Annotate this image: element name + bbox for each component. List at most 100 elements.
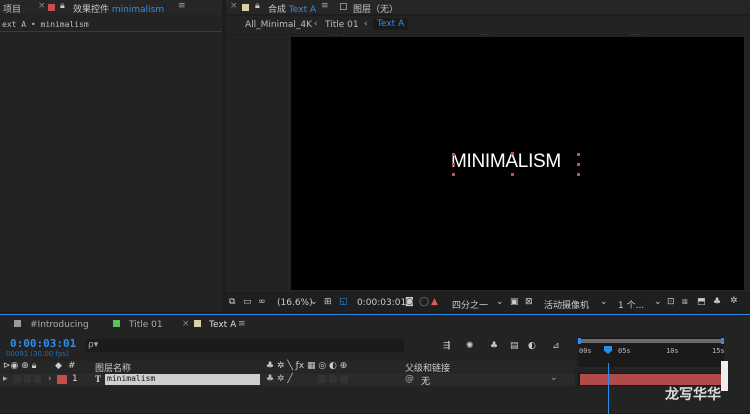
vr-icon[interactable]: ∞ [258, 297, 266, 307]
switch-box[interactable] [340, 375, 348, 383]
work-area-bar[interactable] [578, 339, 724, 343]
zoom-level[interactable]: (16.6%) [277, 298, 313, 308]
selection-handle[interactable] [511, 152, 514, 155]
selection-handle[interactable] [452, 153, 455, 156]
composition-name: Text A [288, 5, 317, 15]
selection-handle[interactable] [577, 173, 580, 176]
camera-icon[interactable]: ◙ [405, 297, 414, 307]
chevron-down-icon[interactable]: ⌄ [496, 297, 504, 307]
chevron-down-icon[interactable]: ⌄ [310, 297, 318, 307]
timeline-scrollbar[interactable] [721, 361, 728, 391]
expand-toggle-icon[interactable]: ▸ [3, 374, 8, 384]
layer-number: 1 [72, 374, 78, 384]
layer-switches[interactable]: ♣ ✲ ╱ [266, 374, 293, 384]
resolution-select[interactable]: 四分之一 [452, 298, 488, 311]
text-layer-type-icon: T [95, 374, 102, 384]
effects-tab[interactable]: 效果控件 minimalism [73, 2, 164, 15]
chevron-down-icon[interactable]: ⌄ [654, 297, 662, 307]
playhead-line[interactable] [608, 363, 609, 414]
chevron-down-icon[interactable]: ⌄ [550, 373, 558, 383]
layer-search-input[interactable]: ρ▾ [86, 339, 404, 352]
breadcrumb-item[interactable]: All_Minimal_4K [245, 20, 312, 30]
solo-switch[interactable] [34, 375, 41, 383]
timeline-ruler[interactable]: 00s 05s 10s 15s [578, 337, 725, 367]
playhead-handle[interactable] [604, 346, 612, 354]
layer-panel-icon [340, 3, 347, 10]
selection-handle[interactable] [452, 163, 455, 166]
tab-text-a[interactable]: Text A [209, 320, 236, 330]
timeline-fps: 00091 (30.00 fps) [6, 350, 69, 358]
layer-label-color[interactable] [57, 375, 67, 384]
tab-title-01[interactable]: Title 01 [129, 320, 163, 330]
selection-handle[interactable] [577, 153, 580, 156]
frame-blend-icon[interactable]: ▤ [510, 341, 519, 351]
panel-menu-icon[interactable]: ≡ [321, 1, 329, 11]
pickwhip-icon[interactable]: @ [405, 374, 414, 384]
export-frame-icon[interactable]: ⧈ [682, 297, 688, 307]
project-tab[interactable]: 项目 [3, 2, 21, 15]
panel-menu-icon[interactable]: ≡ [178, 1, 186, 11]
always-preview-icon[interactable]: ⧉ [229, 297, 235, 307]
composition-tab[interactable]: 合成 Text A [268, 2, 316, 15]
monitor-icon[interactable]: ▭ [243, 297, 252, 307]
shy-layers-icon[interactable]: ♣ [490, 341, 498, 351]
ruler-tick-label: 00s [579, 347, 592, 355]
fit-icon[interactable]: ⊞ [324, 297, 332, 307]
region-icon[interactable]: ◱ [339, 297, 348, 307]
chevron-right-icon[interactable]: › [48, 374, 52, 384]
parent-select[interactable]: 无 [421, 374, 430, 387]
label-header-icon: ◆ [55, 361, 62, 371]
view-layout-select[interactable]: 1 个... [618, 298, 644, 311]
av-features-header-icon: ⊳◉ ⊕ 🔒︎ [3, 361, 37, 371]
roi-icon[interactable]: ▣ [510, 297, 519, 307]
layer-tab[interactable]: 图层（无） [353, 2, 398, 15]
timeline-panel: #Introducing Title 01 × Text A ≡ 0:00:03… [0, 314, 750, 414]
layer-name-field[interactable]: minimalism [105, 374, 260, 385]
close-icon[interactable]: × [230, 1, 238, 11]
tab-introducing[interactable]: #Introducing [30, 320, 89, 330]
panel-menu-icon[interactable]: ≡ [238, 319, 246, 329]
close-icon[interactable]: × [182, 319, 190, 329]
chevron-down-icon[interactable]: ⌄ [600, 297, 608, 307]
switch-box[interactable] [329, 375, 337, 383]
graph-editor-icon[interactable]: ⊿ [552, 341, 560, 351]
color-icon[interactable]: ▲ [431, 297, 438, 307]
composition-viewer[interactable]: MINIMALISM [226, 35, 750, 292]
switches-header-icon: ♣ ✲ ╲ ƒx ▦ ◎ ◐ ⊕ [266, 361, 348, 371]
viewer-timecode[interactable]: 0:00:03:01 [357, 298, 406, 308]
ruler-tick-label: 10s [666, 347, 679, 355]
ruler-tick-label: 15s [712, 347, 725, 355]
selection-handle[interactable] [511, 173, 514, 176]
layer-row[interactable]: ▸ › 1 T minimalism ♣ ✲ ╱ @ 无 ⌄ [0, 373, 575, 387]
switch-box[interactable] [318, 375, 326, 383]
label-color-swatch [242, 4, 249, 11]
work-area-start-handle[interactable] [578, 338, 581, 344]
comp-flowchart-icon[interactable]: ⇶ [443, 341, 451, 351]
divider [0, 31, 222, 32]
settings-icon[interactable]: ✲ [730, 296, 738, 306]
snapshot-icon[interactable]: ⬒ [697, 297, 706, 307]
flowchart-icon[interactable]: ♣ [713, 297, 721, 307]
motion-blur-icon[interactable]: ◐ [528, 341, 536, 351]
camera-select[interactable]: 活动摄像机 [544, 298, 589, 311]
draft-3d-icon[interactable]: ✺ [466, 341, 474, 351]
timeline-tabs: #Introducing Title 01 × Text A ≡ [0, 315, 750, 331]
work-area-end-handle[interactable] [721, 338, 724, 344]
breadcrumb-item-active[interactable]: Text A [373, 18, 409, 30]
lock-icon[interactable]: 🔒︎ [255, 1, 260, 11]
close-icon[interactable]: × [38, 1, 46, 11]
lock-icon[interactable]: 🔒︎ [60, 1, 65, 11]
composition-canvas[interactable]: MINIMALISM [291, 37, 744, 290]
selection-handle[interactable] [577, 163, 580, 166]
viewer-text-layer[interactable]: MINIMALISM [451, 151, 561, 173]
tab-color-swatch [113, 320, 120, 327]
video-switch[interactable] [14, 375, 21, 383]
transparency-grid-icon[interactable]: ⊠ [525, 297, 533, 307]
selection-handle[interactable] [452, 173, 455, 176]
channel-icon[interactable]: ◯ [419, 297, 429, 307]
reset-exposure-icon[interactable]: ⊡ [667, 297, 675, 307]
breadcrumb-item[interactable]: Title 01 [325, 20, 359, 30]
audio-switch[interactable] [24, 375, 31, 383]
timeline-timecode[interactable]: 0:00:03:01 [10, 337, 76, 350]
chevron-left-icon: ‹ [314, 19, 318, 29]
